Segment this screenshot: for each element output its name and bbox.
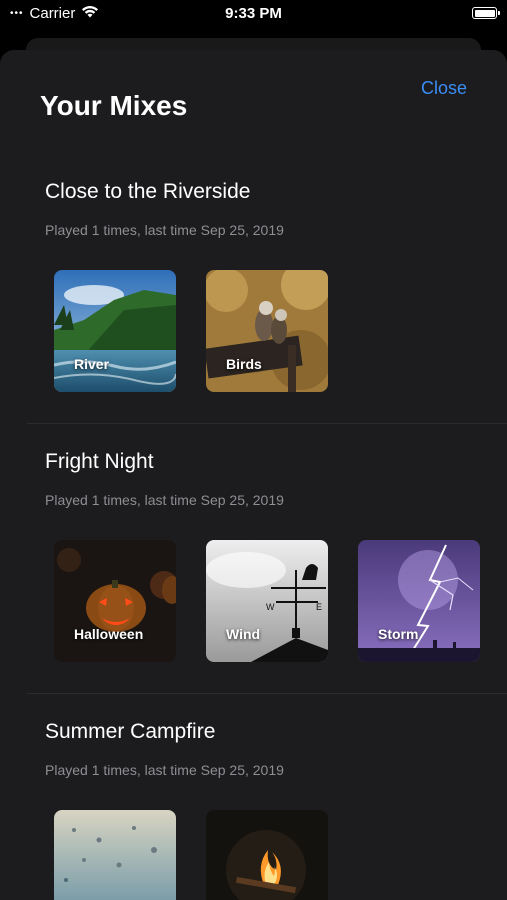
jack-o-lantern-image <box>54 540 176 662</box>
sound-tile-rain[interactable] <box>54 810 176 900</box>
sound-tile-river[interactable]: River <box>54 270 176 392</box>
campfire-image <box>206 810 328 900</box>
clock: 9:33 PM <box>225 5 282 22</box>
sound-label: River <box>74 356 110 372</box>
mix-played-info: Played 1 times, last time Sep 25, 2019 <box>45 762 284 778</box>
svg-text:E: E <box>316 602 322 612</box>
svg-text:W: W <box>266 602 275 612</box>
rain-drops-image <box>54 810 176 900</box>
sound-tile-storm[interactable]: Storm <box>358 540 480 662</box>
close-button[interactable]: Close <box>421 78 467 99</box>
sound-tile-birds[interactable]: Birds <box>206 270 328 392</box>
mix-title: Summer Campfire <box>45 720 216 743</box>
mix-title: Fright Night <box>45 450 154 473</box>
battery-icon <box>472 7 500 19</box>
sound-tile-halloween[interactable]: Halloween <box>54 540 176 662</box>
lightning-storm-image <box>358 540 480 662</box>
sound-tile-campfire[interactable] <box>206 810 328 900</box>
sound-label: Storm <box>378 626 419 642</box>
sound-label: Birds <box>226 356 262 372</box>
sound-tile-wind[interactable]: W E Wind <box>206 540 328 662</box>
mix-played-info: Played 1 times, last time Sep 25, 2019 <box>45 222 284 238</box>
status-bar: ••• Carrier 9:33 PM <box>0 0 507 28</box>
sound-label: Halloween <box>74 626 144 642</box>
river-forest-image <box>54 270 176 392</box>
divider <box>27 693 507 694</box>
sound-label: Wind <box>226 626 261 642</box>
birds-on-sign-image <box>206 270 328 392</box>
mixes-sheet: Close Your Mixes Close to the Riverside … <box>0 50 507 900</box>
mix-played-info: Played 1 times, last time Sep 25, 2019 <box>45 492 284 508</box>
mix-title: Close to the Riverside <box>45 180 251 203</box>
page-title: Your Mixes <box>40 90 188 121</box>
weather-vane-image: W E <box>206 540 328 662</box>
divider <box>27 423 507 424</box>
